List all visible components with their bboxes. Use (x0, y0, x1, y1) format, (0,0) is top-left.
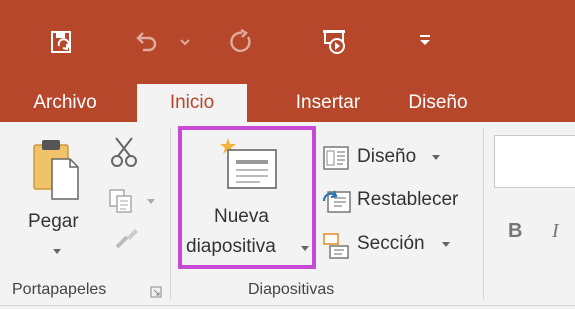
slides-group-label: Diapositivas (248, 281, 335, 298)
ribbon-bottom-border (0, 305, 575, 306)
layout-icon[interactable] (322, 145, 350, 171)
title-bar (0, 0, 575, 84)
group-separator (483, 128, 484, 300)
layout-label[interactable]: Diseño (357, 146, 416, 168)
dialog-launcher-icon[interactable] (150, 286, 162, 298)
tab-insert[interactable]: Insertar (280, 84, 376, 122)
reset-label[interactable]: Restablecer (357, 189, 458, 211)
section-icon[interactable] (322, 232, 350, 260)
font-name-combobox[interactable] (494, 135, 575, 188)
customize-toolbar-icon[interactable] (418, 33, 432, 47)
section-label[interactable]: Sección (357, 233, 425, 255)
presentation-from-start-icon[interactable] (320, 27, 350, 57)
tab-file[interactable]: Archivo (15, 84, 115, 122)
tab-home[interactable]: Inicio (137, 84, 247, 122)
copy-icon[interactable] (108, 188, 136, 214)
group-separator (170, 128, 171, 300)
bold-button[interactable]: B (508, 220, 522, 243)
paste-dropdown-icon[interactable] (52, 248, 62, 256)
italic-button[interactable]: I (552, 220, 559, 243)
undo-dropdown-icon[interactable] (180, 38, 190, 46)
new-slide-highlight (178, 126, 316, 269)
redo-icon[interactable] (228, 29, 254, 55)
paste-icon[interactable] (30, 137, 82, 201)
section-dropdown-icon[interactable] (442, 242, 450, 248)
format-painter-icon[interactable] (114, 225, 140, 251)
cut-icon[interactable] (110, 136, 138, 168)
paste-button-label[interactable]: Pegar (28, 211, 79, 233)
tab-design[interactable]: Diseño (393, 84, 483, 122)
save-icon[interactable] (50, 30, 74, 54)
clipboard-group-label: Portapapeles (12, 281, 107, 298)
layout-dropdown-icon[interactable] (432, 155, 440, 161)
reset-icon[interactable] (322, 189, 352, 215)
copy-dropdown-icon[interactable] (146, 198, 156, 206)
undo-icon[interactable] (133, 30, 159, 54)
